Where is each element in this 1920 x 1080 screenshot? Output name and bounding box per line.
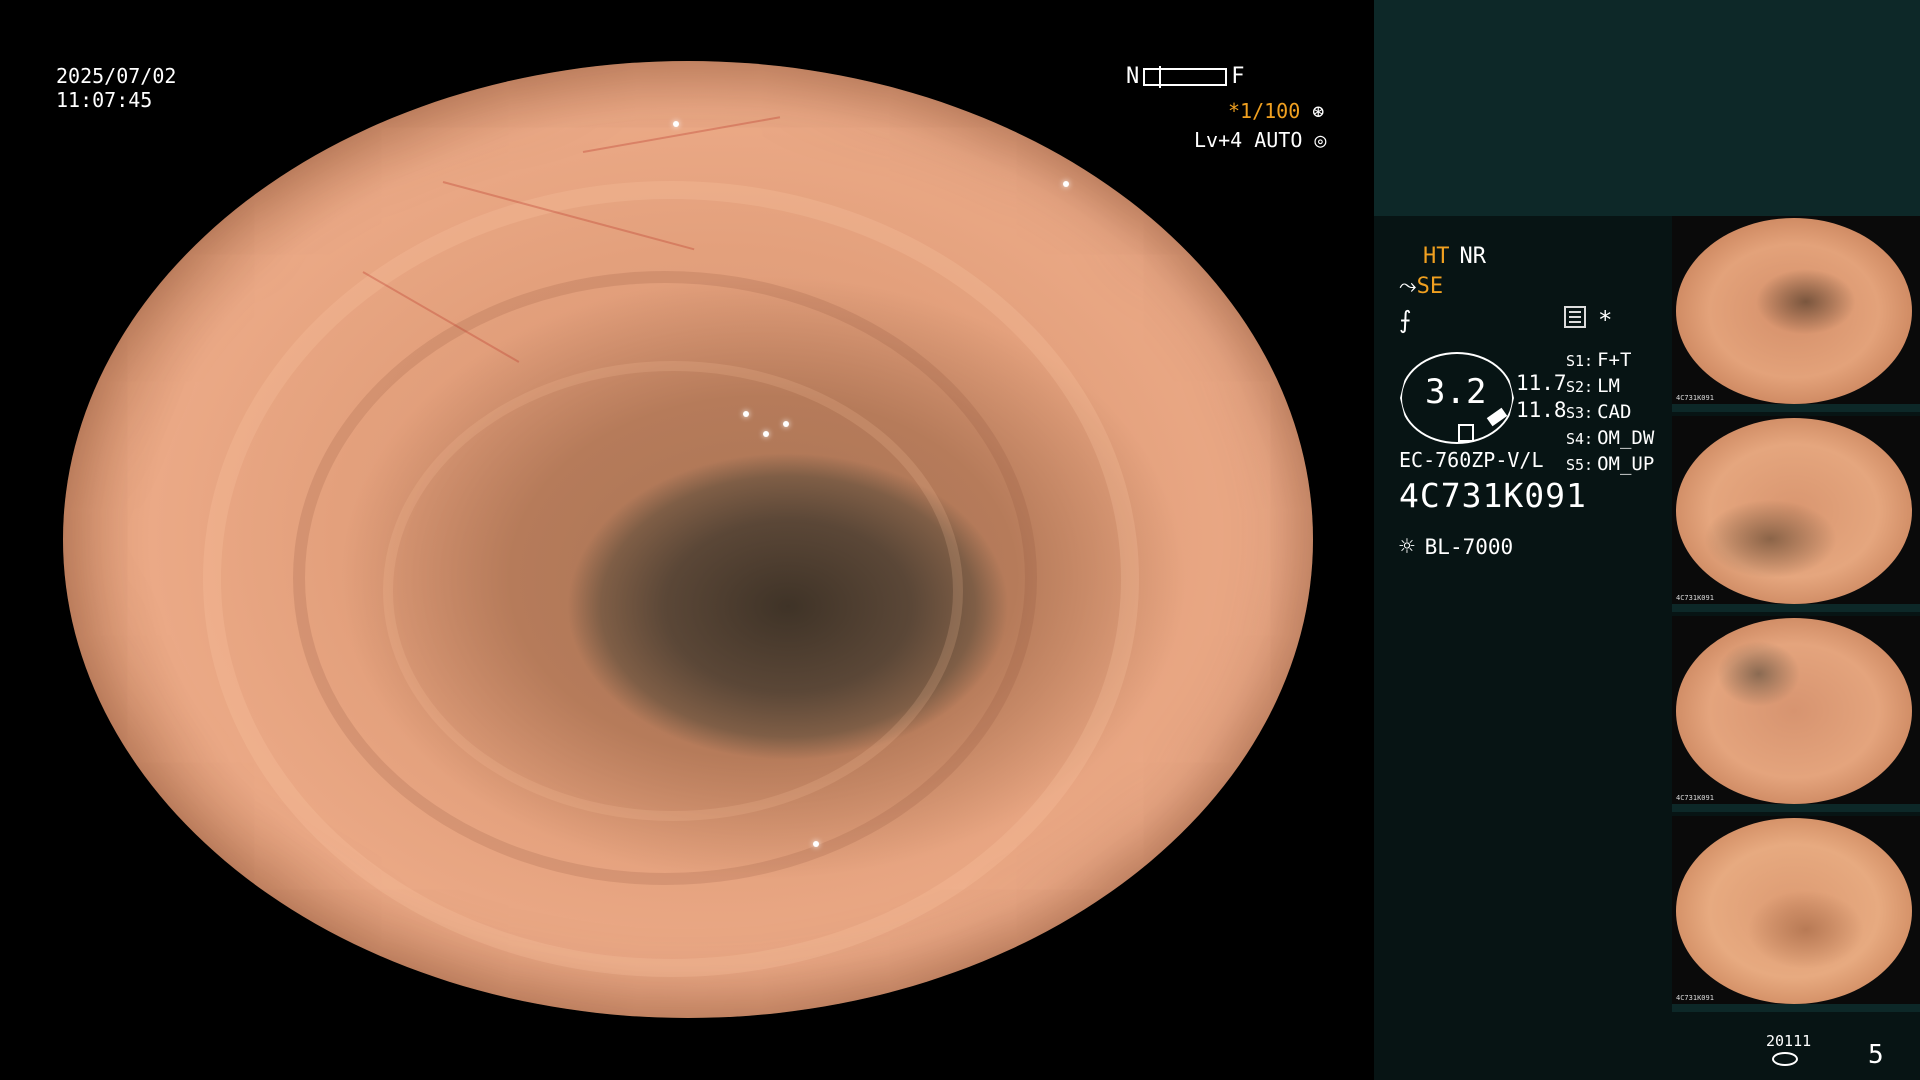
vessel-line: [582, 116, 781, 153]
function-icon: ⨍: [1399, 306, 1412, 334]
thumbnail[interactable]: 4C731K091: [1672, 216, 1920, 412]
shutter-indicator: *1/100 ⊛: [1228, 99, 1324, 123]
captured-thumbnails: 4C731K091 4C731K091 4C731K091 4C731K091: [1672, 216, 1920, 1016]
thumbnail-bar: [1672, 604, 1920, 612]
capture-count: 5: [1868, 1040, 1884, 1070]
light-reflection: [783, 421, 789, 427]
thumbnail[interactable]: 4C731K091: [1672, 816, 1920, 1012]
ht-nr-row: HT NR: [1399, 244, 1486, 269]
thumbnail-bar: [1672, 404, 1920, 412]
aperture-icon: ⊛: [1312, 99, 1325, 123]
thumbnail-bar: [1672, 804, 1920, 812]
ht-label: HT: [1423, 244, 1450, 269]
thumbnail-image: [1676, 418, 1912, 604]
structure-enhance-icon: ⤳: [1399, 274, 1417, 299]
nr-label: NR: [1459, 244, 1487, 269]
date-text: 2025/07/02: [56, 64, 177, 88]
setting-row: S1: F+T: [1566, 349, 1632, 371]
footer-code: 20111: [1766, 1032, 1812, 1050]
light-reflection: [673, 121, 679, 127]
setting-row: S2: LM: [1566, 375, 1620, 397]
near-far-indicator: N F: [1126, 64, 1245, 90]
far-label: F: [1231, 64, 1245, 89]
scope-switch-settings: S1: F+T S2: LM S3: CAD S4: OM_DW S5: OM_UP: [1566, 348, 1654, 478]
thumbnail-bar: [1672, 1004, 1920, 1012]
thumbnail[interactable]: 4C731K091: [1672, 616, 1920, 812]
light-reflection: [1213, 821, 1219, 827]
reading-2: 11.8: [1516, 398, 1567, 422]
scope-model: EC-760ZP-V/L: [1399, 448, 1544, 472]
light-source-label: BL-7000: [1424, 535, 1514, 559]
light-reflection: [813, 841, 819, 847]
reading-1: 11.7: [1516, 371, 1567, 395]
thumbnail-image: [1676, 218, 1912, 404]
near-label: N: [1126, 64, 1140, 89]
setting-row: S5: OM_UP: [1566, 453, 1655, 475]
light-source-row: ☼ BL-7000: [1399, 532, 1513, 562]
se-row: ⤳SE: [1399, 274, 1443, 299]
thumbnail-image: [1676, 818, 1912, 1004]
se-label: SE: [1416, 274, 1444, 299]
setting-row: S4: OM_DW: [1566, 427, 1655, 449]
settings-list-icon: [1564, 306, 1586, 328]
gauge-square-icon: [1458, 424, 1474, 442]
thumbnail-tag: 4C731K091: [1676, 794, 1714, 802]
focus-bar: [1143, 66, 1228, 89]
thumbnail-image: [1676, 618, 1912, 804]
time-text: 11:07:45: [56, 88, 153, 112]
datetime-display: 2025/07/02 11:07:45: [56, 64, 176, 112]
level-text: Lv+4 AUTO: [1194, 128, 1303, 152]
thumbnail-tag: 4C731K091: [1676, 594, 1714, 602]
auto-icon: ◎: [1314, 128, 1327, 152]
thumbnail[interactable]: 4C731K091: [1672, 416, 1920, 612]
storage-icon: [1772, 1052, 1798, 1066]
endoscope-main-view: 2025/07/02 11:07:45 N F *1/100 ⊛ Lv+4 AU…: [0, 0, 1374, 1080]
zoom-value: 3.2: [1425, 372, 1487, 412]
mucosal-fold: [383, 361, 963, 821]
light-reflection: [743, 411, 749, 417]
thumbnail-tag: 4C731K091: [1676, 994, 1714, 1002]
shutter-text: *1/100: [1228, 99, 1301, 123]
star-indicator: *: [1598, 306, 1613, 334]
panel-header-area: [1374, 0, 1920, 216]
light-reflection: [1063, 181, 1069, 187]
scope-serial: 4C731K091: [1399, 476, 1587, 515]
thumbnail-tag: 4C731K091: [1676, 394, 1714, 402]
setting-row: S3: CAD: [1566, 401, 1632, 423]
brightness-level: Lv+4 AUTO ◎: [1194, 128, 1326, 152]
light-source-icon: ☼: [1399, 532, 1415, 562]
endoscopic-image: [63, 61, 1313, 1018]
light-reflection: [763, 431, 769, 437]
